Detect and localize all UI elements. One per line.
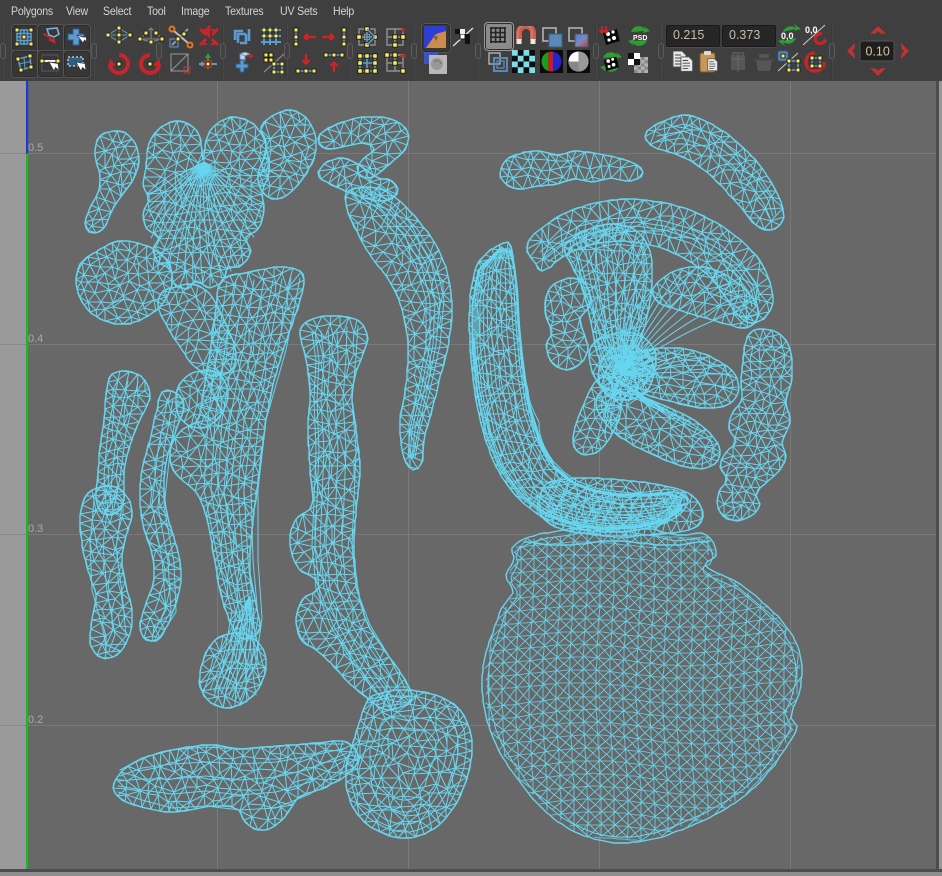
svg-text:0.10: 0.10 bbox=[866, 45, 890, 59]
svg-text:0,0: 0,0 bbox=[805, 25, 818, 35]
svg-text:PSD: PSD bbox=[633, 35, 647, 42]
svg-text:0,0: 0,0 bbox=[781, 31, 794, 41]
